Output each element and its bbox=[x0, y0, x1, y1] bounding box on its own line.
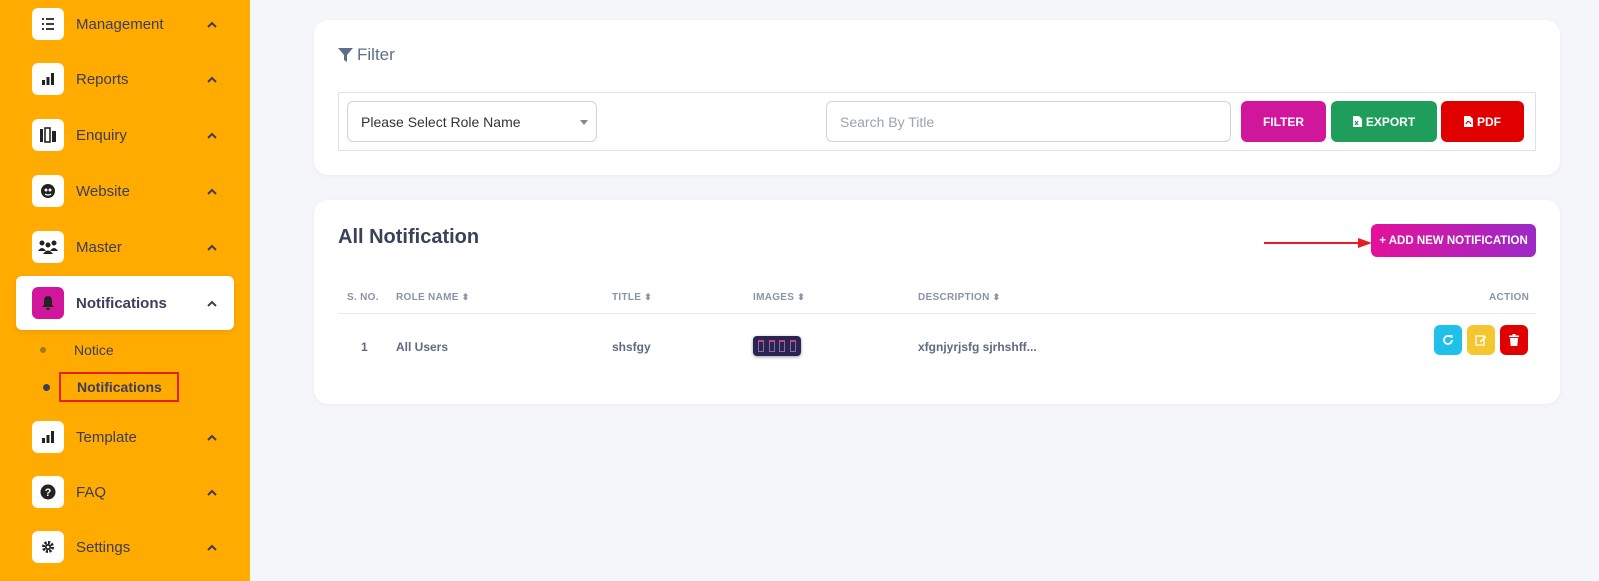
sort-icon: ⬍ bbox=[992, 292, 1001, 302]
enquiry-icon bbox=[32, 119, 64, 151]
pdf-button[interactable]: PDF bbox=[1441, 101, 1524, 142]
file-excel-icon bbox=[1352, 116, 1362, 127]
filter-button[interactable]: FILTER bbox=[1241, 101, 1326, 142]
add-new-notification-label: + ADD NEW NOTIFICATION bbox=[1379, 234, 1528, 247]
sidebar-item-website[interactable]: Website bbox=[16, 164, 234, 218]
sidebar-subitem-label: Notice bbox=[74, 342, 114, 358]
chevron-up-icon bbox=[200, 434, 224, 441]
chevron-up-icon bbox=[200, 76, 224, 83]
sidebar-subitem-notice[interactable]: Notice bbox=[40, 335, 114, 365]
bullet-dot bbox=[43, 383, 50, 391]
export-button-label: EXPORT bbox=[1365, 114, 1416, 129]
page-title: All Notification bbox=[338, 226, 480, 248]
svg-text:?: ? bbox=[45, 487, 52, 499]
funnel-icon bbox=[338, 47, 353, 62]
cell-role-name: All Users bbox=[396, 340, 449, 354]
caret-down-icon bbox=[580, 120, 588, 125]
gear-icon bbox=[32, 531, 64, 563]
sort-icon: ⬍ bbox=[461, 292, 470, 302]
question-circle-icon: ? bbox=[32, 476, 64, 508]
filter-title: Filter bbox=[357, 45, 395, 64]
notification-image-thumbnail[interactable] bbox=[753, 336, 801, 356]
column-header-sno: S. NO. bbox=[347, 292, 379, 303]
sidebar-item-label: Master bbox=[76, 238, 122, 256]
cell-sno: 1 bbox=[361, 340, 368, 354]
sort-icon: ⬍ bbox=[644, 292, 653, 302]
edit-button[interactable] bbox=[1467, 325, 1495, 355]
bullet-dot bbox=[40, 347, 46, 353]
sidebar-item-label: Notifications bbox=[76, 294, 167, 312]
sidebar-item-label: Management bbox=[76, 15, 164, 33]
sidebar-item-notifications[interactable]: Notifications bbox=[16, 276, 234, 330]
delete-button[interactable] bbox=[1500, 325, 1528, 355]
sidebar-item-template[interactable]: Template bbox=[16, 410, 234, 464]
chevron-up-icon bbox=[200, 188, 224, 195]
refresh-button[interactable] bbox=[1434, 325, 1462, 355]
chevron-up-icon bbox=[200, 244, 224, 251]
column-header-label: IMAGES bbox=[753, 292, 795, 303]
bar-chart-icon bbox=[32, 63, 64, 95]
sidebar-item-label: Reports bbox=[76, 70, 129, 88]
chevron-up-icon bbox=[200, 544, 224, 551]
column-header-label: ACTION bbox=[1489, 292, 1530, 303]
edit-icon bbox=[1475, 335, 1487, 346]
chevron-up-icon bbox=[200, 21, 224, 28]
cell-description: xfgnjyrjsfg sjrhshff... bbox=[918, 340, 1037, 354]
pdf-button-label: PDF bbox=[1477, 114, 1501, 129]
column-header-action: ACTION bbox=[1489, 292, 1529, 303]
sidebar-item-reports[interactable]: Reports bbox=[16, 52, 234, 106]
chevron-up-icon bbox=[200, 132, 224, 139]
sidebar-item-enquiry[interactable]: Enquiry bbox=[16, 108, 234, 162]
column-header-label: DESCRIPTION bbox=[918, 292, 990, 303]
column-header-images[interactable]: IMAGES ⬍ bbox=[753, 292, 805, 303]
export-button[interactable]: EXPORT bbox=[1331, 101, 1437, 142]
filter-bar: Please Select Role Name FILTER EXPORT PD… bbox=[338, 92, 1536, 151]
column-header-label: S. NO. bbox=[347, 292, 379, 303]
filter-button-label: FILTER bbox=[1262, 114, 1305, 129]
column-header-description[interactable]: DESCRIPTION ⬍ bbox=[918, 292, 1000, 303]
filter-card: Filter Please Select Role Name FILTER EX… bbox=[314, 20, 1560, 175]
checklist-icon bbox=[32, 8, 64, 40]
sidebar-item-label: Template bbox=[76, 428, 137, 446]
sidebar-item-label: Settings bbox=[76, 538, 131, 556]
sidebar: Management Reports Enquiry Website Maste… bbox=[0, 0, 250, 581]
website-icon bbox=[32, 175, 64, 207]
column-header-label: TITLE bbox=[612, 292, 642, 303]
header-divider bbox=[338, 313, 1536, 314]
sidebar-item-label: Website bbox=[76, 182, 130, 200]
chevron-up-icon bbox=[200, 489, 224, 496]
bell-icon bbox=[32, 287, 64, 319]
role-name-select[interactable]: Please Select Role Name bbox=[347, 101, 597, 142]
notification-list-card: All Notification + ADD NEW NOTIFICATION … bbox=[314, 200, 1560, 404]
sidebar-item-label: FAQ bbox=[76, 483, 107, 501]
refresh-icon bbox=[1443, 335, 1453, 345]
sidebar-item-settings[interactable]: Settings bbox=[16, 520, 234, 574]
sidebar-item-label: Enquiry bbox=[76, 126, 127, 144]
filter-heading: Filter bbox=[338, 45, 395, 65]
sidebar-subitem-notifications[interactable]: Notifications bbox=[40, 372, 179, 402]
column-header-label: ROLE NAME bbox=[396, 292, 459, 303]
search-by-title-input[interactable] bbox=[826, 101, 1231, 142]
bar-chart-icon bbox=[32, 421, 64, 453]
sidebar-subitem-label: Notifications bbox=[59, 372, 179, 402]
add-new-notification-button[interactable]: + ADD NEW NOTIFICATION bbox=[1371, 224, 1536, 257]
role-name-select-value: Please Select Role Name bbox=[361, 113, 521, 130]
column-header-role-name[interactable]: ROLE NAME ⬍ bbox=[396, 292, 470, 303]
file-pdf-icon bbox=[1464, 116, 1473, 127]
sidebar-item-management[interactable]: Management bbox=[16, 0, 234, 51]
trash-icon bbox=[1509, 334, 1519, 346]
sidebar-item-faq[interactable]: ? FAQ bbox=[16, 465, 234, 519]
cell-title: shsfgy bbox=[612, 340, 651, 354]
chevron-up-icon bbox=[200, 300, 224, 307]
column-header-title[interactable]: TITLE ⬍ bbox=[612, 292, 652, 303]
users-group-icon bbox=[32, 231, 64, 263]
red-arrow-icon bbox=[1264, 238, 1372, 248]
sort-icon: ⬍ bbox=[797, 292, 806, 302]
sidebar-item-master[interactable]: Master bbox=[16, 220, 234, 274]
